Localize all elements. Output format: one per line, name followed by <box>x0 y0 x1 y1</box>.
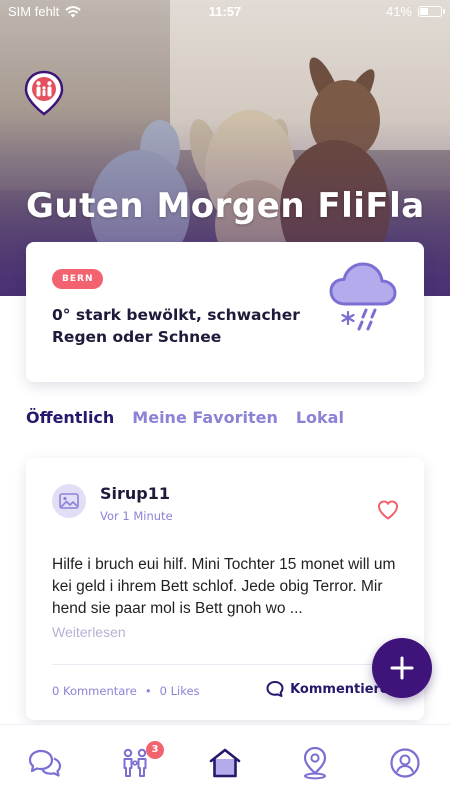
avatar[interactable] <box>52 484 86 518</box>
nav-chat[interactable] <box>0 725 90 800</box>
read-more-link[interactable]: Weiterlesen <box>52 624 126 640</box>
battery-level <box>420 8 428 15</box>
family-map-pin-icon[interactable] <box>24 70 64 116</box>
greeting-title: Guten Morgen FliFla <box>26 186 425 226</box>
comment-count: 0 Kommentare <box>52 684 137 698</box>
stats-separator: • <box>144 684 152 698</box>
read-more-fade: Weiterlesen <box>52 618 402 646</box>
image-placeholder-icon <box>59 493 79 509</box>
tab-lokal[interactable]: Lokal <box>296 408 344 427</box>
heart-icon[interactable] <box>376 498 400 522</box>
notification-badge: 3 <box>146 741 164 759</box>
battery-percentage: 41% <box>385 4 412 19</box>
add-post-button[interactable] <box>372 638 432 698</box>
like-count: 0 Likes <box>159 684 200 698</box>
bottom-nav: 3 <box>0 724 450 800</box>
post-author[interactable]: Sirup11 <box>100 484 170 503</box>
battery-icon <box>418 6 445 17</box>
weather-description: 0° stark bewölkt, schwacher Regen oder S… <box>52 306 300 346</box>
weather-card[interactable]: BERN 0° stark bewölkt, schwacher Regen o… <box>26 242 424 382</box>
post-stats: 0 Kommentare • 0 Likes <box>52 684 200 698</box>
profile-icon <box>390 747 420 778</box>
feed-tabs: Öffentlich Meine Favoriten Lokal <box>26 408 344 427</box>
post-card[interactable]: Sirup11 Vor 1 Minute Hilfe i bruch eui h… <box>26 458 424 720</box>
nav-family[interactable]: 3 <box>90 725 180 800</box>
location-badge: BERN <box>52 269 104 289</box>
post-timestamp: Vor 1 Minute <box>100 509 173 523</box>
status-bar: SIM fehlt 11:57 41% <box>0 0 450 24</box>
tab-meine-favoriten[interactable]: Meine Favoriten <box>132 408 278 427</box>
comment-bubble-icon <box>266 681 284 697</box>
nav-profile[interactable] <box>360 725 450 800</box>
plus-icon <box>390 656 414 680</box>
post-body: Hilfe i bruch eui hilf. Mini Tochter 15 … <box>52 556 396 617</box>
tab-oeffentlich[interactable]: Öffentlich <box>26 408 114 427</box>
divider <box>52 664 398 665</box>
nav-map[interactable] <box>270 725 360 800</box>
chat-bubbles-icon <box>28 749 62 777</box>
nav-home[interactable] <box>180 725 270 800</box>
cloud-snow-rain-icon <box>329 262 397 331</box>
clock: 11:57 <box>208 4 242 19</box>
home-icon <box>209 748 241 777</box>
map-pin-icon <box>303 746 327 779</box>
